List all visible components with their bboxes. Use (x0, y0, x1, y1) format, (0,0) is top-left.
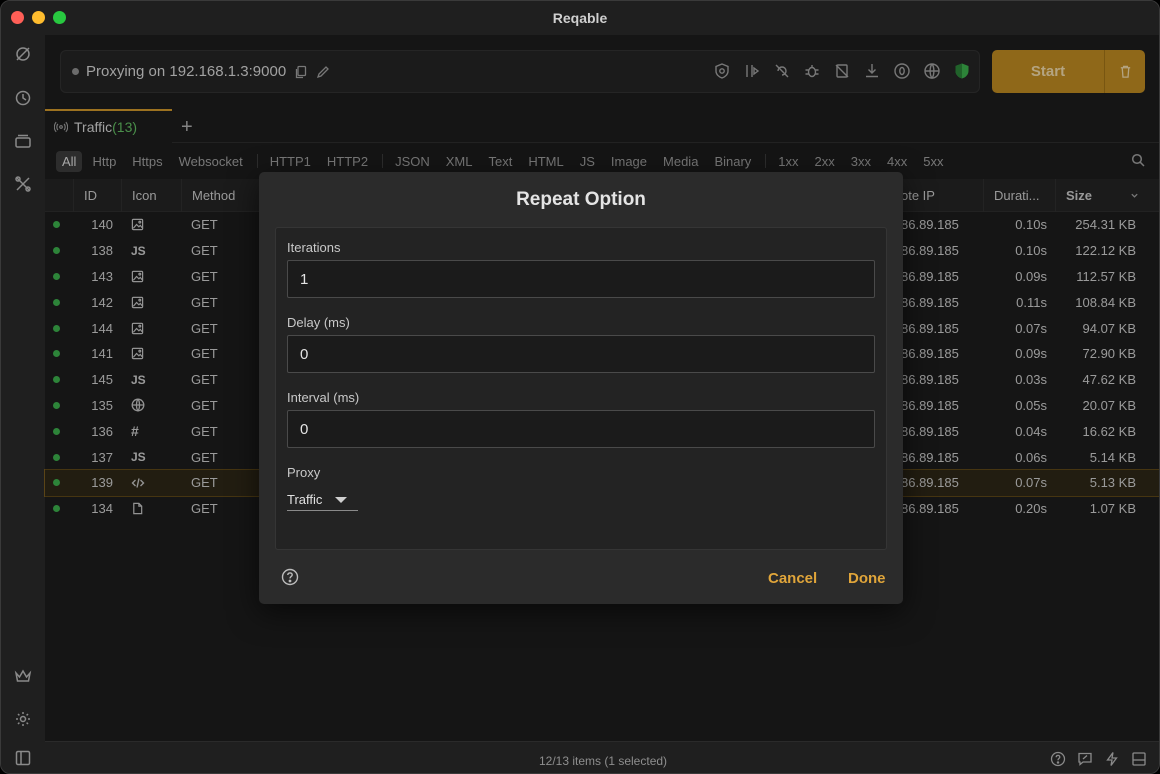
feedback-icon[interactable] (1077, 751, 1093, 770)
cancel-button[interactable]: Cancel (768, 570, 817, 587)
proxy-label: Proxy (287, 465, 321, 480)
status-text: 12/13 items (1 selected) (538, 754, 668, 768)
capture-icon[interactable] (12, 43, 34, 65)
delay-input[interactable] (287, 335, 875, 373)
iterations-input[interactable] (287, 260, 875, 298)
title-bar: Reqable (1, 1, 1159, 35)
close-window-button[interactable] (11, 11, 24, 24)
caret-down-icon (335, 496, 348, 503)
history-icon[interactable] (12, 87, 34, 109)
app-window: Reqable Proxying on 192.168.1.3:9000 Sta… (0, 0, 1160, 774)
sidebar (1, 35, 45, 773)
sidebar-toggle-icon[interactable] (12, 747, 34, 769)
proxy-select-value: Traffic (287, 492, 323, 507)
help-icon[interactable] (1050, 751, 1066, 770)
delay-label: Delay (ms) (287, 315, 350, 330)
interval-label: Interval (ms) (287, 390, 360, 405)
status-bar: 12/13 items (1 selected) (45, 741, 1159, 773)
repeat-option-dialog: Repeat Option Iterations Delay (ms) Inte… (259, 172, 903, 604)
zoom-window-button[interactable] (53, 11, 66, 24)
panel-layout-icon[interactable] (1131, 751, 1147, 770)
help-icon[interactable] (281, 568, 299, 589)
window-controls (11, 11, 66, 24)
settings-icon[interactable] (12, 708, 34, 730)
tools-icon[interactable] (12, 173, 34, 195)
dialog-title: Repeat Option (516, 189, 646, 210)
dialog-form: Iterations Delay (ms) Interval (ms) Prox… (275, 227, 887, 550)
iterations-label: Iterations (287, 240, 341, 255)
done-button[interactable]: Done (848, 570, 886, 587)
window-title: Reqable (552, 10, 608, 26)
minimize-window-button[interactable] (32, 11, 45, 24)
status-icons (1050, 751, 1147, 770)
crown-icon[interactable] (12, 665, 34, 687)
proxy-select[interactable]: Traffic (287, 489, 358, 511)
collections-icon[interactable] (12, 130, 34, 152)
flash-icon[interactable] (1104, 751, 1120, 770)
interval-input[interactable] (287, 410, 875, 448)
